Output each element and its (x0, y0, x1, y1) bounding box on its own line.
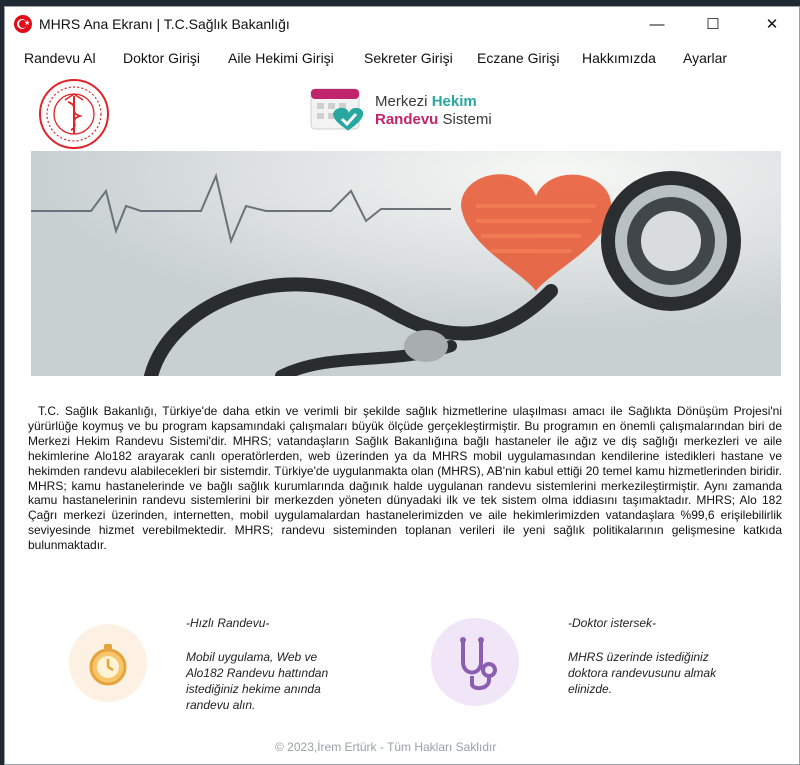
menu-sekreter-girisi[interactable]: Sekreter Girişi (364, 50, 453, 66)
feature-choose-doctor-title: -Doktor istersek- (568, 616, 657, 630)
menu-doktor-girisi[interactable]: Doktor Girişi (123, 50, 200, 66)
minimize-button[interactable]: — (634, 7, 680, 41)
menu-eczane-girisi[interactable]: Eczane Girişi (477, 50, 559, 66)
stethoscope-icon (431, 618, 519, 706)
main-content: Merkezi Hekim Randevu Sistemi T.C. Sağlı… (5, 75, 799, 764)
turkey-flag-icon: ★ (14, 15, 32, 33)
menu-bar: Randevu Al Doktor Girişi Aile Hekimi Gir… (5, 43, 799, 73)
maximize-button[interactable]: ☐ (690, 7, 736, 41)
health-ministry-emblem-icon (39, 79, 109, 149)
menu-ayarlar[interactable]: Ayarlar (683, 50, 727, 66)
mhrs-logo: Merkezi Hekim Randevu Sistemi (309, 83, 509, 139)
logo-line-2: Randevu Sistemi (375, 111, 492, 128)
calendar-check-icon (310, 88, 364, 131)
stethoscope-heart-banner (31, 151, 781, 376)
feature-fast-appointment-text: Mobil uygulama, Web ve Alo182 Randevu ha… (186, 650, 329, 712)
feature-fast-appointment-title: -Hızlı Randevu- (186, 616, 270, 630)
menu-aile-hekimi-girisi[interactable]: Aile Hekimi Girişi (228, 50, 334, 66)
stopwatch-icon (69, 624, 147, 702)
main-window: ★ MHRS Ana Ekranı | T.C.Sağlık Bakanlığı… (4, 6, 800, 765)
window-title: MHRS Ana Ekranı | T.C.Sağlık Bakanlığı (39, 16, 290, 32)
title-bar: ★ MHRS Ana Ekranı | T.C.Sağlık Bakanlığı… (5, 7, 799, 41)
logo-line-1: Merkezi Hekim (375, 93, 477, 110)
menu-hakkimizda[interactable]: Hakkımızda (582, 50, 656, 66)
mhrs-description: T.C. Sağlık Bakanlığı, Türkiye'de daha e… (28, 404, 782, 553)
copyright-footer: © 2023,İrem Ertürk - Tüm Hakları Saklıdı… (275, 740, 497, 754)
feature-choose-doctor-text: MHRS üzerinde istediğiniz doktora randev… (568, 650, 717, 696)
close-button[interactable]: ✕ (749, 7, 795, 41)
menu-randevu-al[interactable]: Randevu Al (24, 50, 96, 66)
